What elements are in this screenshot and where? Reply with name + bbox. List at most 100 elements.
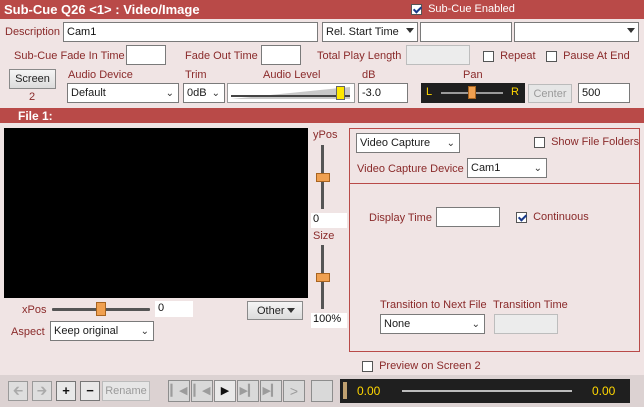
fade-in-label: Sub-Cue Fade In Time — [14, 50, 125, 62]
total-play-label: Total Play Length — [317, 50, 402, 62]
transition-time-label: Transition Time — [493, 299, 568, 311]
pan-center-button[interactable]: Center — [528, 84, 572, 103]
audio-level-slider[interactable] — [227, 83, 355, 103]
file-section-bar: File 1: — [0, 108, 644, 123]
video-capture-device-select[interactable]: Cam1 ⌄ — [467, 158, 547, 178]
audio-device-label: Audio Device — [68, 69, 133, 81]
screen-button[interactable]: Screen — [9, 69, 56, 89]
chevron-down-icon: ⌄ — [446, 138, 455, 149]
transition-time-input — [494, 314, 558, 334]
repeat-checkbox[interactable] — [483, 50, 494, 62]
pause-at-end-checkbox[interactable] — [546, 50, 557, 62]
skip-end-icon[interactable]: ▶▎ — [260, 380, 282, 402]
transition-label: Transition to Next File — [380, 299, 487, 311]
chevron-down-icon: ⌄ — [211, 88, 220, 99]
fade-in-input[interactable] — [126, 45, 166, 65]
fade-out-input[interactable] — [261, 45, 301, 65]
remove-file-button[interactable]: − — [80, 381, 100, 401]
audio-device-value: Default — [71, 87, 106, 99]
pan-value-input[interactable]: 500 — [578, 83, 630, 103]
show-file-folders-checkbox[interactable] — [534, 136, 545, 148]
step-forward-icon[interactable]: ▶▎ — [237, 380, 259, 402]
description-input[interactable]: Cam1 — [63, 22, 318, 42]
preview-on-screen-checkbox[interactable] — [362, 360, 373, 372]
display-time-label: Display Time — [369, 212, 432, 224]
other-button[interactable]: Other — [247, 301, 303, 320]
ypos-input[interactable]: 0 — [311, 213, 347, 228]
position-track — [402, 390, 572, 392]
pause-at-end-toggle[interactable]: Pause At End — [546, 50, 630, 62]
blank-transport-button[interactable] — [311, 380, 333, 402]
transition-value: None — [384, 318, 411, 330]
position-end-value: 0.00 — [592, 384, 616, 398]
size-thumb[interactable] — [316, 273, 330, 282]
display-time-input[interactable] — [436, 207, 500, 227]
audio-level-thumb[interactable] — [336, 86, 345, 100]
add-file-button[interactable]: + — [56, 381, 76, 401]
transition-select[interactable]: None ⌄ — [380, 314, 485, 334]
ypos-label: yPos — [313, 129, 338, 141]
show-file-folders-toggle[interactable]: Show File Folders — [534, 136, 639, 148]
chevron-down-icon — [627, 28, 635, 33]
size-label: Size — [313, 230, 335, 242]
file-section-label: File 1: — [18, 109, 53, 123]
chevron-down-icon: ⌄ — [140, 326, 149, 337]
audio-level-input[interactable]: -3.0 — [358, 83, 408, 103]
play-icon[interactable]: ▶ — [214, 380, 236, 402]
window-title: Sub-Cue Q26 <1> : Video/Image — [4, 2, 200, 17]
video-capture-device-value: Cam1 — [471, 162, 501, 174]
xpos-slider[interactable] — [50, 300, 152, 318]
step-back-icon[interactable]: ▎◀ — [191, 380, 213, 402]
title-bar: Sub-Cue Q26 <1> : Video/Image Sub-Cue En… — [0, 0, 644, 19]
continuous-label: Continuous — [533, 211, 589, 223]
position-bar[interactable]: 0.00 0.00 — [340, 379, 630, 403]
position-start-value: 0.00 — [357, 384, 381, 398]
trim-label: Trim — [185, 69, 207, 81]
continuous-toggle[interactable]: Continuous — [516, 211, 589, 223]
arrow-right-icon[interactable]: 🡲 — [32, 381, 52, 401]
pan-label: Pan — [463, 69, 483, 81]
trim-select[interactable]: 0dB ⌄ — [183, 83, 225, 103]
pan-slider[interactable]: L R — [421, 83, 525, 103]
aspect-select[interactable]: Keep original ⌄ — [50, 321, 154, 341]
position-start-marker — [343, 382, 347, 399]
chevron-down-icon — [287, 308, 295, 313]
continuous-checkbox[interactable] — [516, 211, 527, 223]
chevron-down-icon: ⌄ — [471, 319, 480, 330]
pan-thumb[interactable] — [468, 86, 476, 99]
video-preview — [4, 128, 308, 298]
ypos-slider[interactable] — [313, 143, 333, 211]
aspect-label: Aspect — [11, 326, 45, 338]
next-icon[interactable]: > — [283, 380, 305, 402]
screen-number: 2 — [29, 91, 36, 103]
size-input[interactable]: 100% — [311, 313, 347, 328]
trim-value: 0dB — [187, 87, 207, 99]
description-label: Description — [5, 26, 61, 38]
xpos-thumb[interactable] — [96, 302, 106, 316]
subcue-enabled-label: Sub-Cue Enabled — [428, 3, 515, 15]
chevron-down-icon — [406, 28, 414, 33]
repeat-label: Repeat — [500, 50, 536, 62]
rel-start-select[interactable]: Rel. Start Time — [322, 22, 418, 42]
subcue-enabled-toggle[interactable]: Sub-Cue Enabled — [411, 3, 515, 15]
xpos-label: xPos — [22, 304, 47, 316]
arrow-left-icon[interactable]: 🡰 — [8, 381, 28, 401]
other-button-label: Other — [257, 305, 285, 317]
audio-device-select[interactable]: Default ⌄ — [67, 83, 179, 103]
show-file-folders-label: Show File Folders — [551, 136, 640, 148]
preview-on-screen-label: Preview on Screen 2 — [379, 360, 481, 372]
pause-at-end-label: Pause At End — [563, 50, 630, 62]
preview-on-screen-toggle[interactable]: Preview on Screen 2 — [362, 360, 481, 372]
repeat-toggle[interactable]: Repeat — [483, 50, 536, 62]
rel-start-extra-select[interactable] — [514, 22, 639, 42]
source-type-select[interactable]: Video Capture ⌄ — [356, 133, 460, 153]
skip-start-icon[interactable]: ▎◀ — [168, 380, 190, 402]
source-panel-divider — [350, 183, 639, 184]
subcue-enabled-checkbox[interactable] — [411, 3, 422, 15]
size-slider[interactable] — [313, 243, 333, 311]
xpos-input[interactable]: 0 — [155, 301, 193, 317]
ypos-thumb[interactable] — [316, 173, 330, 182]
aspect-value: Keep original — [54, 325, 119, 337]
rename-button[interactable]: Rename — [102, 381, 150, 401]
rel-start-time-input[interactable] — [420, 22, 512, 42]
